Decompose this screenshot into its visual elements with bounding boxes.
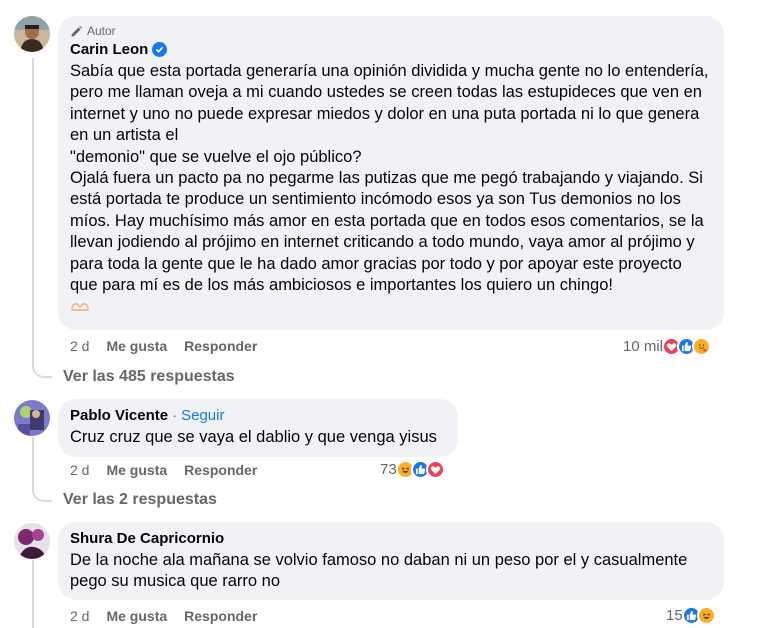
comment-bubble: Autor Carin Leon Sabía que esta portada …: [58, 16, 724, 330]
reaction-count: 73: [380, 461, 397, 478]
pencil-icon: [71, 25, 83, 36]
author-badge: Autor: [70, 24, 712, 38]
comment-bubble: Pablo Vicente · Seguir Cruz cruz que se …: [58, 399, 458, 457]
thread-line-1: [32, 58, 34, 368]
name-separator: ·: [172, 407, 178, 424]
reaction-summary[interactable]: 10 mil: [623, 337, 712, 356]
reply-button[interactable]: Responder: [184, 338, 257, 354]
verified-badge-icon: [152, 42, 168, 57]
reaction-count: 15: [666, 607, 683, 624]
reaction-summary[interactable]: 73: [380, 460, 445, 479]
comment-text: Sabía que esta portada generaría una opi…: [70, 62, 709, 295]
comment-text: De la noche ala mañana se volvio famoso …: [70, 551, 688, 591]
timestamp[interactable]: 2 d: [70, 338, 89, 354]
commenter-name[interactable]: Shura De Capricornio: [70, 530, 224, 547]
thread-elbow-1: [32, 350, 52, 378]
like-button[interactable]: Me gusta: [106, 608, 167, 624]
like-button[interactable]: Me gusta: [106, 338, 167, 354]
thread-elbow-2: [32, 474, 52, 502]
comment-bubble: Shura De Capricornio De la noche ala mañ…: [58, 522, 724, 600]
care-reaction-icon: [692, 337, 712, 356]
view-replies-link[interactable]: Ver las 2 respuestas: [63, 491, 217, 509]
comment-actions: 2 d Me gusta Responder: [70, 338, 274, 354]
reaction-count: 10 mil: [623, 338, 664, 355]
avatar[interactable]: [14, 400, 50, 436]
comment-actions: 2 d Me gusta Responder: [70, 462, 274, 478]
view-replies-link[interactable]: Ver las 485 respuestas: [63, 368, 235, 386]
reaction-summary[interactable]: 15: [666, 606, 716, 625]
timestamp[interactable]: 2 d: [70, 608, 89, 624]
like-button[interactable]: Me gusta: [106, 462, 167, 478]
reply-button[interactable]: Responder: [184, 462, 257, 478]
heart-hands-icon: [70, 300, 712, 319]
author-badge-label: Autor: [87, 24, 116, 38]
comment-actions: 2 d Me gusta Responder: [70, 608, 274, 624]
timestamp[interactable]: 2 d: [70, 462, 89, 478]
follow-button[interactable]: Seguir: [181, 407, 224, 424]
commenter-name[interactable]: Pablo Vicente: [70, 407, 168, 424]
love-reaction-icon: [425, 460, 445, 479]
comment-text: Cruz cruz que se vaya el dablio y que ve…: [70, 428, 437, 446]
reply-button[interactable]: Responder: [184, 608, 257, 624]
avatar[interactable]: [14, 16, 50, 52]
haha-reaction-icon: [696, 606, 716, 625]
avatar[interactable]: [14, 523, 50, 559]
commenter-name[interactable]: Carin Leon: [70, 41, 148, 58]
thread-line-3: [32, 560, 34, 628]
